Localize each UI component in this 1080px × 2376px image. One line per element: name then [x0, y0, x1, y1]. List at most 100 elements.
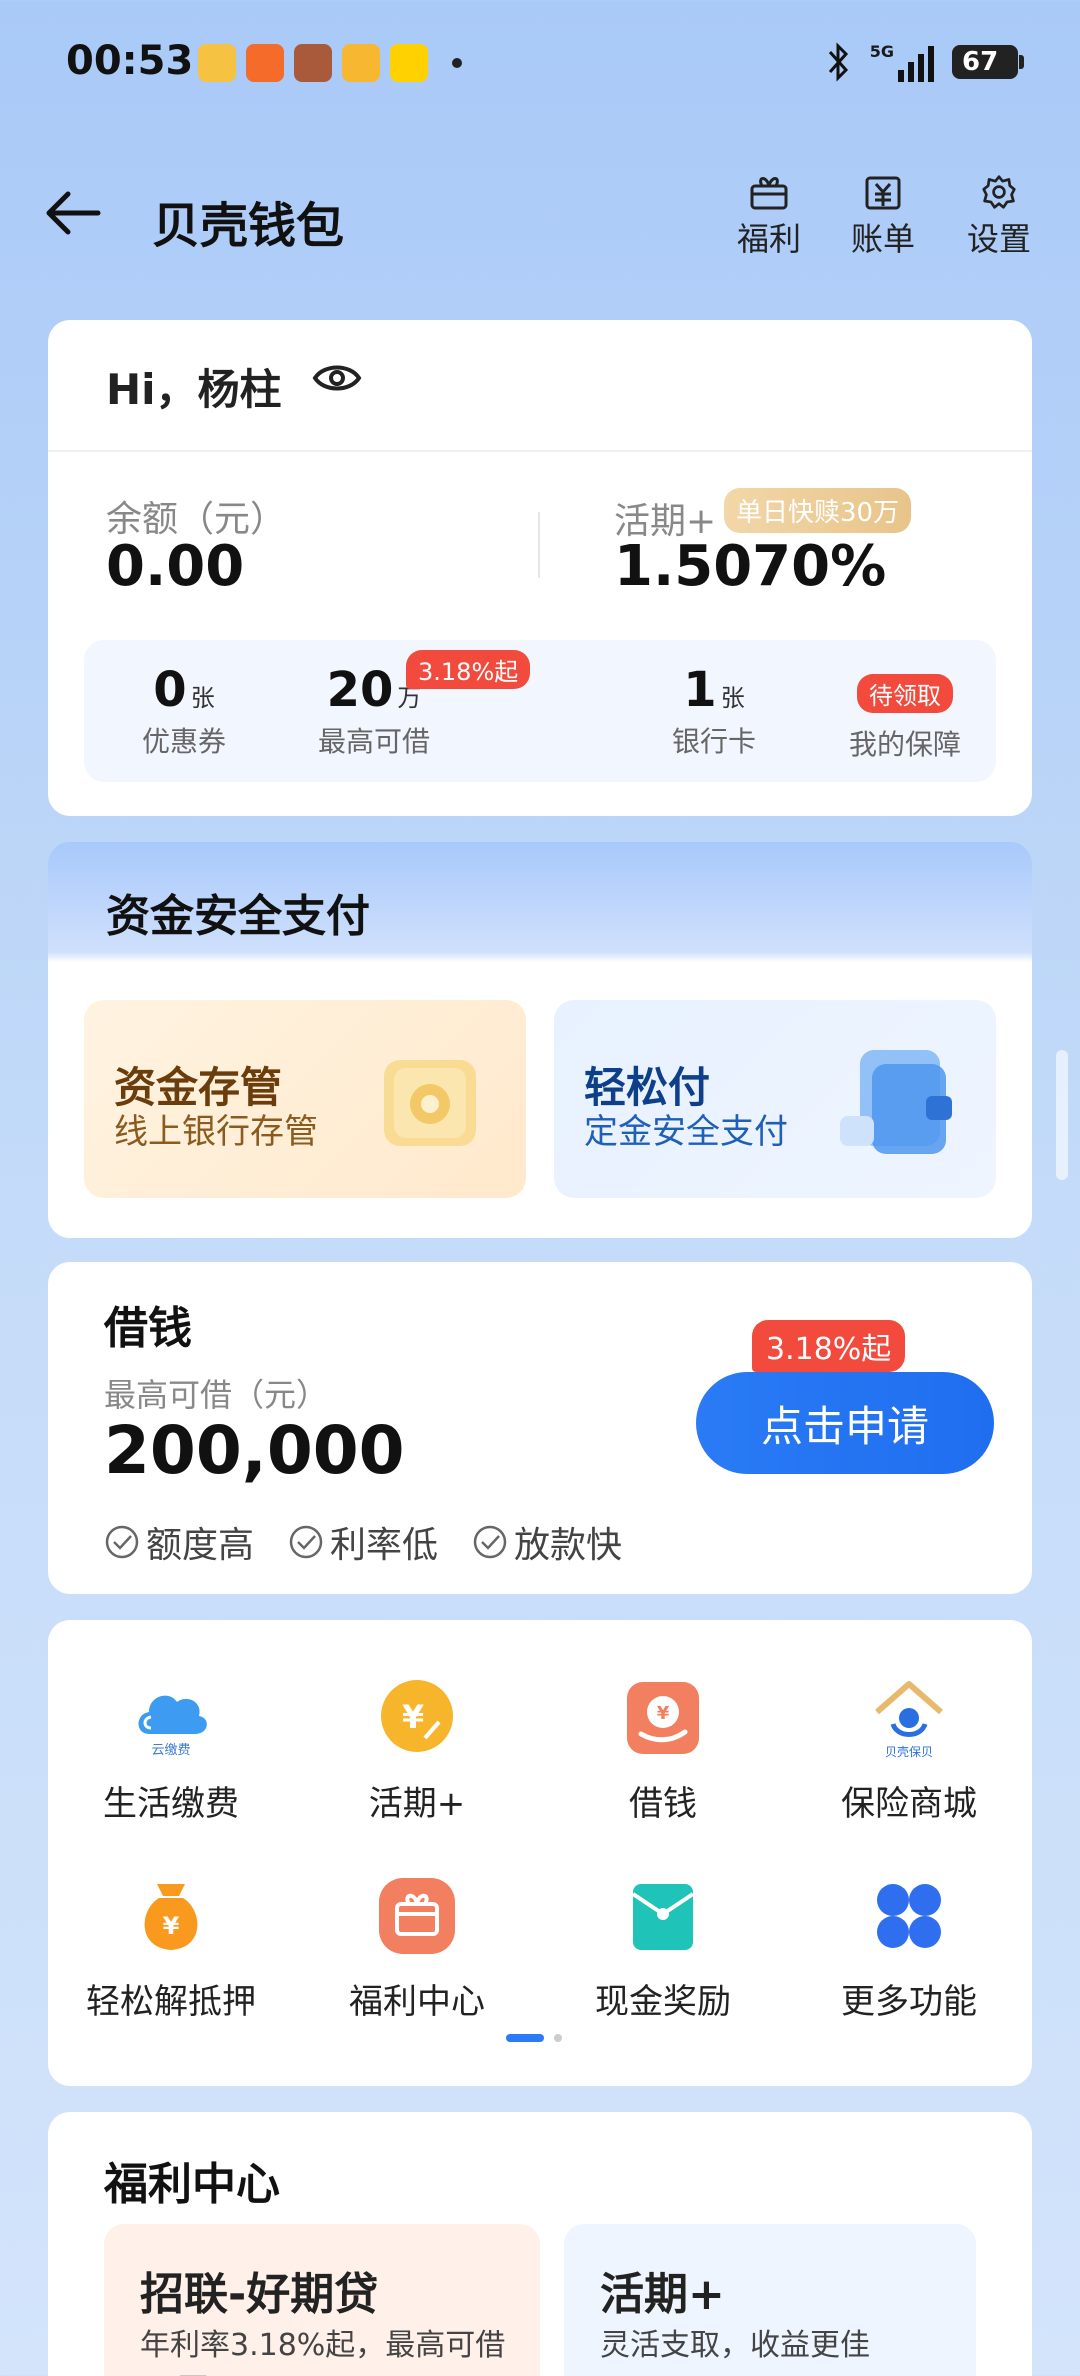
svg-text:¥: ¥: [402, 1698, 424, 1736]
status-time: 00:53: [66, 38, 194, 84]
weibo-icon: [342, 44, 380, 82]
safe-pay-card: 资金安全支付 资金存管 线上银行存管 轻松付 定金安全支付: [48, 842, 1032, 1238]
battery-icon: 67: [952, 45, 1024, 79]
money-bag-icon: ¥: [144, 1884, 198, 1950]
feature-label: 利率低: [330, 1525, 439, 1566]
svg-text:¥: ¥: [163, 1912, 180, 1940]
bluetooth-icon: [828, 42, 848, 82]
stat-num: 0: [153, 662, 187, 718]
feature-item: 额度高: [104, 1516, 254, 1568]
stat-label: 银行卡: [671, 725, 756, 758]
feature-label: 放款快: [514, 1525, 623, 1566]
cash-envelope-icon: [631, 1884, 695, 1950]
tile-sub: 线上银行存管: [114, 1112, 318, 1152]
stat-unit: 张: [720, 684, 745, 712]
header-bill-label: 账单: [850, 220, 915, 258]
game-icon: [294, 44, 332, 82]
header-settings-label: 设置: [966, 220, 1031, 258]
stat-bank-cards[interactable]: 1张 银行卡: [644, 662, 784, 760]
header-settings-button[interactable]: 设置: [954, 174, 1044, 260]
check-circle-icon: [289, 1525, 323, 1559]
grid-item-welfare-center[interactable]: 福利中心: [294, 1874, 540, 2023]
grid-item-more-features[interactable]: 更多功能: [786, 1874, 1032, 2023]
cloud-bill-icon-text: 云缴费: [151, 1743, 190, 1758]
grid-item-huoqi[interactable]: ¥ 活期+: [294, 1676, 540, 1825]
loan-amount: 200,000: [104, 1412, 405, 1489]
grid-label: 活期+: [368, 1784, 466, 1824]
promo-title: 招联-好期贷: [140, 2269, 379, 2320]
loan-title: 借钱: [104, 1303, 192, 1354]
grid-label: 轻松解抵押: [86, 1982, 256, 2022]
pending-badge: 待领取: [857, 674, 953, 713]
gift-icon: [379, 1878, 455, 1954]
stat-label: 优惠券: [141, 725, 226, 758]
balance-value[interactable]: 0.00: [106, 534, 244, 599]
huoqi-rate[interactable]: 1.5070%: [614, 534, 886, 599]
easy-pay-tile[interactable]: 轻松付 定金安全支付: [554, 1000, 996, 1198]
status-bar: 00:53 5G 67: [0, 0, 1080, 120]
grid-pager[interactable]: [506, 2034, 562, 2042]
four-dots-icon: [877, 1884, 941, 1948]
benefit-center-card: 福利中心 招联-好期贷 年利率3.18%起，最高可借20万 活期+ 灵活支取，收…: [48, 2112, 1032, 2376]
more-notifications-icon: [452, 58, 462, 68]
wallet-icon: [840, 1050, 952, 1154]
apply-button[interactable]: 点击申请: [696, 1372, 994, 1474]
signal-icon: 5G: [870, 42, 934, 82]
meituan-icon: [390, 44, 428, 82]
promo-sub: 灵活支取，收益更佳: [600, 2328, 870, 2363]
fund-custody-tile[interactable]: 资金存管 线上银行存管: [84, 1000, 526, 1198]
stat-coupons[interactable]: 0张 优惠券: [114, 662, 254, 760]
header-welfare-button[interactable]: 福利: [724, 174, 814, 260]
scrollbar[interactable]: [1056, 1050, 1068, 1180]
header-welfare-label: 福利: [736, 220, 801, 258]
huoqi-badge: 单日快赎30万: [724, 488, 912, 533]
eye-icon[interactable]: [312, 360, 362, 400]
grid-item-insurance-mall[interactable]: 贝壳保贝 保险商城: [786, 1676, 1032, 1825]
bill-icon: [865, 176, 901, 210]
grid-label: 保险商城: [841, 1784, 977, 1824]
loan-hand-icon: ¥: [627, 1682, 699, 1754]
pager-dot-active: [506, 2034, 544, 2042]
rate-badge: 3.18%起: [406, 650, 531, 689]
divider: [538, 512, 540, 578]
app-notification-icon: [198, 44, 236, 82]
stat-num: 20: [326, 662, 394, 718]
insurance-icon-text: 贝壳保贝: [885, 1745, 933, 1759]
promo-zhaolian[interactable]: 招联-好期贷 年利率3.18%起，最高可借20万: [104, 2224, 540, 2376]
safe-pay-title: 资金安全支付: [106, 891, 370, 942]
benefit-title: 福利中心: [104, 2159, 280, 2210]
grid-item-mortgage-release[interactable]: ¥ 轻松解抵押: [48, 1874, 294, 2023]
header-bill-button[interactable]: 账单: [838, 174, 928, 260]
status-right: 5G 67: [826, 42, 1024, 82]
battery-level: 67: [962, 47, 999, 77]
grid-item-life-payment[interactable]: 云缴费 生活缴费: [48, 1676, 294, 1825]
account-card: Hi，杨柱 余额（元） 0.00 活期+ 单日快赎30万 1.5070% 0张 …: [48, 320, 1032, 816]
greeting: Hi，杨柱: [106, 365, 282, 414]
stat-label: 我的保障: [848, 728, 961, 761]
feature-item: 放款快: [472, 1516, 622, 1568]
stat-unit: 张: [190, 684, 215, 712]
tile-sub: 定金安全支付: [584, 1112, 788, 1152]
grid-label: 现金奖励: [595, 1982, 731, 2022]
account-stats: 0张 优惠券 20 万 最高可借 3.18%起 1张 银行卡 待领取 我的保障: [84, 640, 996, 782]
promo-huoqi[interactable]: 活期+ 灵活支取，收益更佳: [564, 2224, 976, 2376]
house-shield-icon: 贝壳保贝: [875, 1681, 943, 1759]
svg-text:¥: ¥: [657, 1703, 670, 1724]
grid-label: 更多功能: [841, 1982, 977, 2022]
feature-label: 额度高: [146, 1525, 255, 1566]
feature-grid: 云缴费 生活缴费 ¥ 活期+ ¥ 借钱 贝壳保贝 保险商城 ¥ 轻松解抵押 福利…: [48, 1620, 1032, 2086]
safe-pay-tiles: 资金存管 线上银行存管 轻松付 定金安全支付: [48, 966, 1032, 1238]
safe-box-icon: [384, 1060, 476, 1146]
gift-box-icon: [750, 177, 788, 210]
feature-item: 利率低: [288, 1516, 438, 1568]
grid-item-loan[interactable]: ¥ 借钱: [540, 1676, 786, 1825]
promo-title: 活期+: [600, 2269, 725, 2320]
cloud-bill-icon: 云缴费: [138, 1695, 207, 1758]
page-title: 贝壳钱包: [152, 198, 345, 254]
back-arrow-icon[interactable]: [40, 180, 106, 246]
pager-dot: [554, 2034, 562, 2042]
stat-my-protection[interactable]: 待领取 我的保障: [840, 674, 970, 763]
loan-sub: 最高可借（元）: [104, 1376, 329, 1414]
grid-item-cash-reward[interactable]: 现金奖励: [540, 1874, 786, 2023]
promo-sub: 年利率3.18%起，最高可借20万: [140, 2328, 506, 2376]
